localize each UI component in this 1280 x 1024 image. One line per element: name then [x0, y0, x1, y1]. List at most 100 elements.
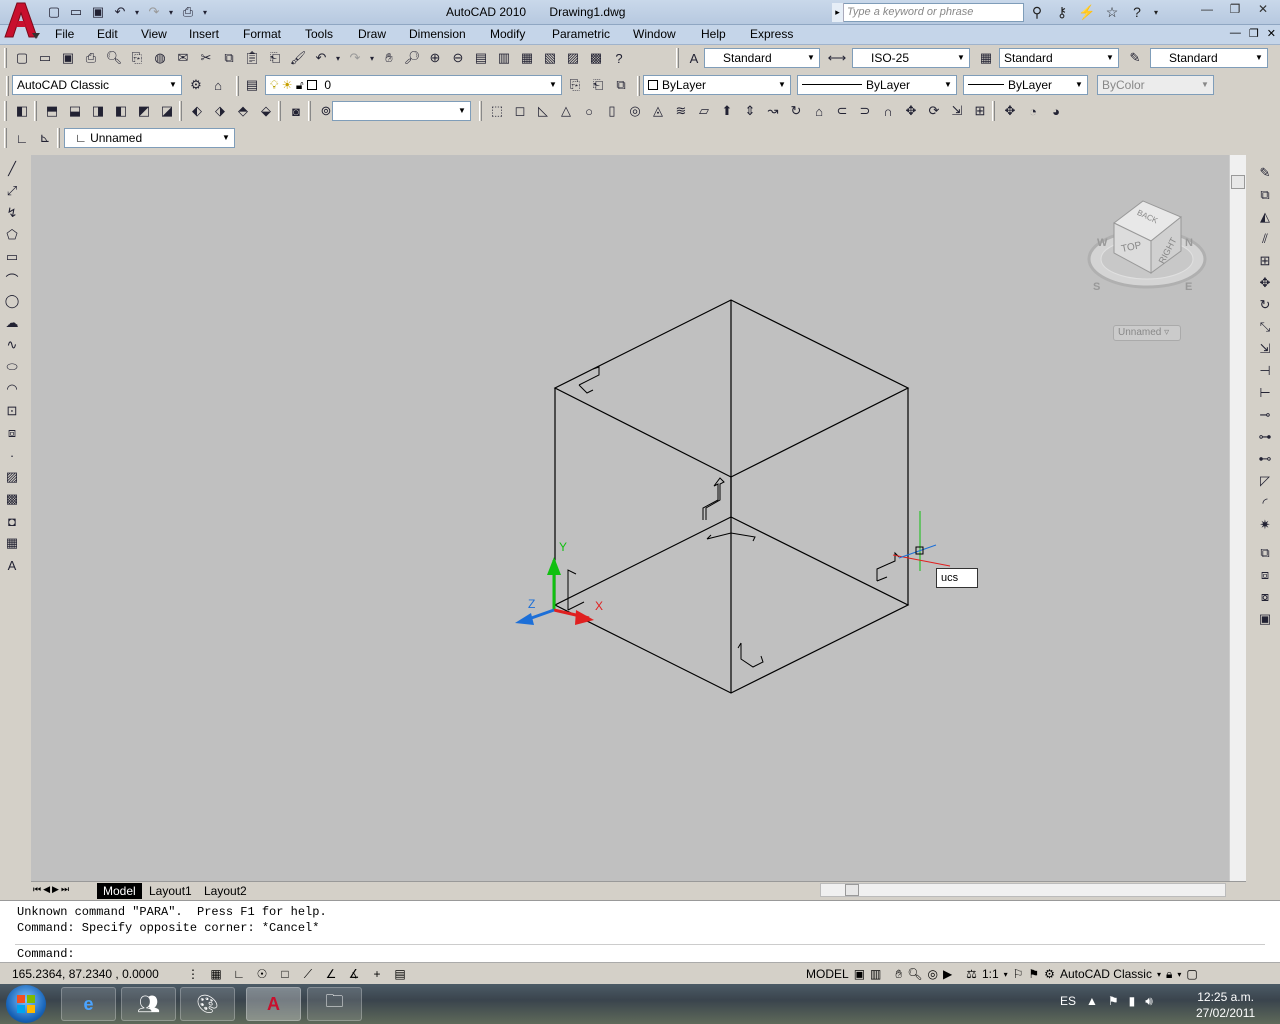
tab-layout1[interactable]: Layout1 — [143, 883, 198, 899]
rectangle-icon[interactable]: ▭ — [1, 246, 23, 268]
showmotion-icon[interactable]: ▶ — [941, 965, 954, 983]
qat-customize-icon[interactable]: ▾ — [200, 3, 210, 21]
menu-parametric[interactable]: Parametric — [552, 27, 610, 41]
communication-center-icon[interactable]: ⚡ — [1076, 3, 1098, 22]
3d-dwf-icon[interactable]: ◍ — [149, 47, 171, 69]
redo-dropdown-icon[interactable]: ▾ — [166, 3, 176, 21]
mirror-icon[interactable]: ◭ — [1254, 206, 1276, 228]
3d-rotate-icon[interactable]: ⟳ — [923, 100, 945, 122]
minimize-button[interactable]: — — [1194, 1, 1220, 19]
cursor-coordinates[interactable]: 165.2364, 87.2340 , 0.0000 — [12, 967, 159, 981]
zoom-previous-icon[interactable]: ⊖ — [447, 47, 469, 69]
explode-icon[interactable]: ✷ — [1254, 514, 1276, 536]
view-back-icon[interactable]: ◪ — [156, 100, 178, 122]
favorites-star-icon[interactable]: ☆ — [1101, 3, 1123, 22]
toolbar-grip[interactable] — [479, 101, 482, 121]
nw-isometric-icon[interactable]: ⬙ — [255, 100, 277, 122]
3d-align-icon[interactable]: ⇲ — [946, 100, 968, 122]
auto-scale-icon[interactable]: ⚑ — [1026, 965, 1041, 983]
extend-icon[interactable]: ⊢ — [1254, 382, 1276, 404]
join-icon[interactable]: ⊷ — [1254, 448, 1276, 470]
camera-icon[interactable]: ◙ — [285, 100, 307, 122]
line-icon[interactable]: ╱ — [1, 158, 23, 180]
workspace-select[interactable]: AutoCAD Classic ▼ — [12, 75, 182, 95]
multileader-style-icon[interactable]: ✎ — [1124, 47, 1146, 69]
match-properties-icon[interactable]: 🖌︎ — [287, 47, 309, 69]
toolbar-grip[interactable] — [34, 101, 37, 121]
revision-cloud-icon[interactable]: ☁ — [1, 312, 23, 334]
new-file-icon[interactable]: ▢ — [44, 3, 64, 21]
chamfer-icon[interactable]: ◸ — [1254, 470, 1276, 492]
planar-surface-icon[interactable]: ▱ — [693, 100, 715, 122]
rotate-icon[interactable]: ↻ — [1254, 294, 1276, 316]
toolbar-grip[interactable] — [676, 48, 679, 68]
network-icon[interactable]: ▮ — [1129, 994, 1136, 1009]
action-center-flag-icon[interactable]: ⚑ — [1108, 994, 1119, 1009]
redo-icon[interactable]: ↷ — [144, 3, 164, 21]
view-right-icon[interactable]: ◧ — [110, 100, 132, 122]
menu-modify[interactable]: Modify — [490, 27, 525, 41]
vertical-scroll-thumb[interactable] — [1231, 175, 1245, 189]
ucs-named-select[interactable]: ∟ Unnamed ▼ — [64, 128, 235, 148]
dim-style-select[interactable]: ISO-25 ▼ — [852, 48, 970, 68]
workspace-dropdown-icon[interactable]: ▾ — [1155, 965, 1163, 983]
tab-model[interactable]: Model — [97, 883, 142, 899]
toolbar-grip[interactable] — [57, 128, 60, 148]
quick-view-layouts-icon[interactable]: ▣ — [852, 965, 867, 983]
view-top-icon[interactable]: ⬒ — [41, 100, 63, 122]
undo-dropdown-icon[interactable]: ▾ — [333, 47, 343, 69]
color-control-select[interactable]: ByLayer ▼ — [643, 75, 791, 95]
construction-line-icon[interactable]: ⤢ — [1, 180, 23, 202]
search-expand-icon[interactable]: ▸ — [832, 3, 844, 22]
file-explorer-icon[interactable]: 🗀 — [307, 987, 362, 1021]
multiline-text-icon[interactable]: A — [1, 554, 23, 576]
menu-tools[interactable]: Tools — [305, 27, 333, 41]
gradient-icon[interactable]: ▩ — [1, 488, 23, 510]
toolbar-grip[interactable] — [992, 101, 995, 121]
subtract-icon[interactable]: ⊃ — [854, 100, 876, 122]
3d-array-icon[interactable]: ⊞ — [969, 100, 991, 122]
snap-mode-icon[interactable]: ⋮ — [182, 965, 204, 983]
helix-icon[interactable]: ≋ — [670, 100, 692, 122]
command-prompt[interactable]: Command: — [17, 947, 75, 961]
cylinder-icon[interactable]: ▯ — [601, 100, 623, 122]
copy-icon[interactable]: ⧉ — [218, 47, 240, 69]
make-block-icon[interactable]: ⧈ — [1, 422, 23, 444]
undo-dropdown-icon[interactable]: ▾ — [132, 3, 142, 21]
menu-view[interactable]: View — [141, 27, 167, 41]
plot-style-control-select[interactable]: ByColor ▼ — [1097, 75, 1214, 95]
circle-icon[interactable]: ◯ — [1, 290, 23, 312]
sphere-icon[interactable]: ○ — [578, 100, 600, 122]
clean-screen-icon[interactable]: ▢ — [1184, 965, 1199, 983]
break-icon[interactable]: ⊶ — [1254, 426, 1276, 448]
annotation-scale-icon[interactable]: ⚖ — [964, 965, 979, 983]
torus-icon[interactable]: ◎ — [624, 100, 646, 122]
annotation-scale-value[interactable]: 1:1 — [980, 965, 1001, 983]
plot-icon[interactable]: ⎙ — [178, 3, 198, 21]
intersect-icon[interactable]: ∩ — [877, 100, 899, 122]
sheet-set-icon[interactable]: ▧ — [539, 47, 561, 69]
arc-icon[interactable]: ⌒ — [1, 268, 23, 290]
break-at-point-icon[interactable]: ⊸ — [1254, 404, 1276, 426]
binoculars-icon[interactable]: ⚲ — [1026, 3, 1048, 22]
annotation-scale-dropdown-icon[interactable]: ▾ — [1002, 965, 1010, 983]
text-style-icon[interactable]: A — [683, 47, 705, 69]
point-icon[interactable]: · — [1, 444, 23, 466]
annotation-visibility-icon[interactable]: ⚐ — [1011, 965, 1026, 983]
polygon-icon[interactable]: ⬠ — [1, 224, 23, 246]
sweep-icon[interactable]: ↝ — [762, 100, 784, 122]
view-front-icon[interactable]: ◩ — [133, 100, 155, 122]
horizontal-scroll-thumb[interactable] — [845, 884, 859, 896]
layer-select[interactable]: 💡︎ ☀ 🔓︎ 0 ▼ — [265, 75, 562, 95]
search-input[interactable]: Type a keyword or phrase — [832, 3, 1024, 22]
named-view-select[interactable]: ▼ — [332, 101, 471, 121]
redo-icon[interactable]: ↷ — [344, 47, 366, 69]
zoom-window-icon[interactable]: ⊕ — [424, 47, 446, 69]
toolbar-grip[interactable] — [637, 76, 640, 96]
erase-icon[interactable]: ✎ — [1254, 162, 1276, 184]
doc-close-button[interactable]: ✕ — [1267, 27, 1276, 40]
union-icon[interactable]: ⊂ — [831, 100, 853, 122]
table-icon[interactable]: ▦ — [1, 532, 23, 554]
move-icon[interactable]: ✥ — [1254, 272, 1276, 294]
toolbar-grip[interactable] — [4, 48, 7, 68]
